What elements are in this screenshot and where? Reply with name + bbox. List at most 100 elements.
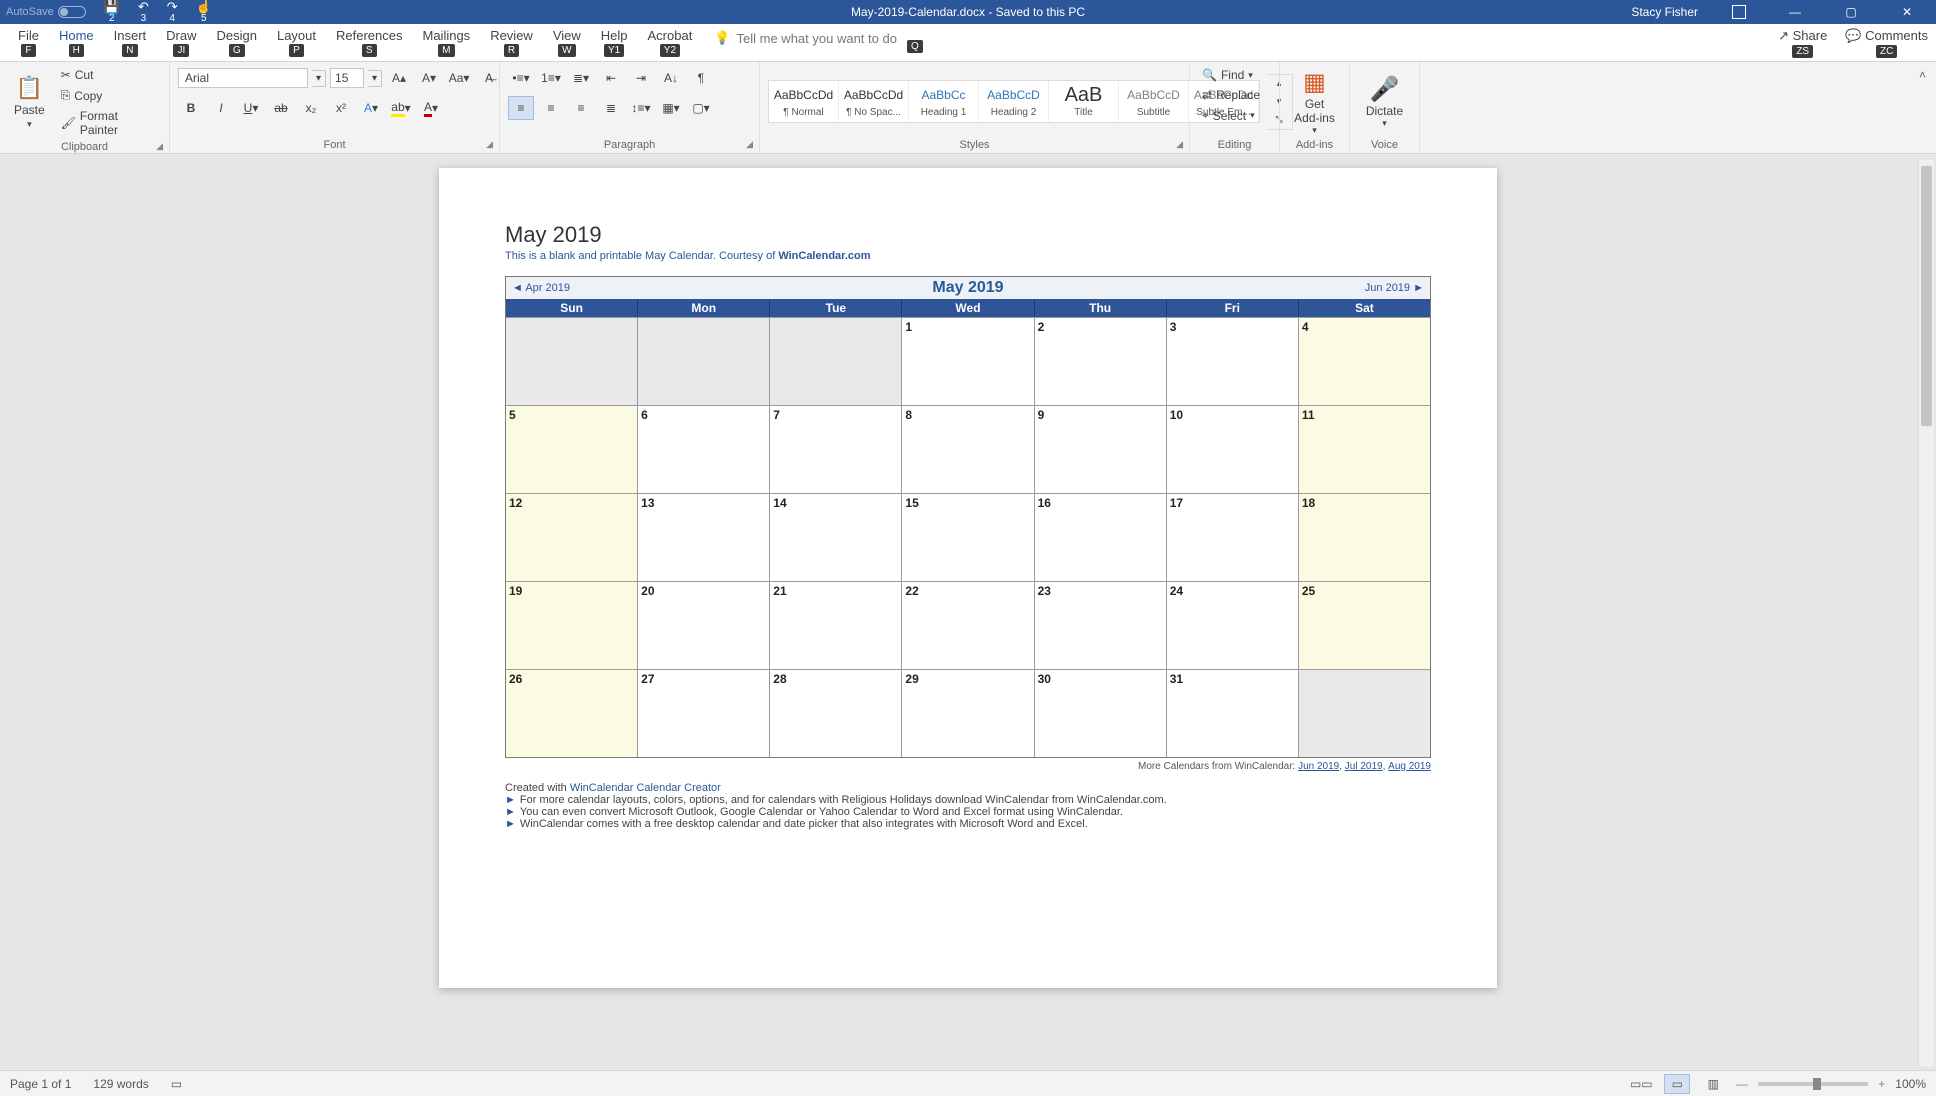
tab-mailings[interactable]: MailingsM — [413, 24, 481, 57]
get-addins-button[interactable]: ▦GetAdd-ins▾ — [1288, 68, 1341, 136]
tab-acrobat[interactable]: AcrobatY2 — [638, 24, 703, 57]
tell-me-search[interactable]: 💡 Tell me what you want to do Q — [714, 24, 922, 46]
highlight-button[interactable]: ab▾ — [388, 96, 414, 120]
align-left-button[interactable]: ≡ — [508, 96, 534, 120]
align-right-button[interactable]: ≡ — [568, 96, 594, 120]
dialog-launcher-icon[interactable]: ◢ — [1176, 139, 1183, 150]
calendar-cell[interactable]: 13 — [638, 493, 770, 581]
calendar-cell[interactable]: 24 — [1167, 581, 1299, 669]
italic-button[interactable]: I — [208, 96, 234, 120]
change-case-button[interactable]: Aa▾ — [446, 66, 472, 90]
copy-button[interactable]: ⎘Copy — [57, 86, 161, 105]
shading-button[interactable]: ▦▾ — [658, 96, 684, 120]
share-button[interactable]: ↗ ShareZS — [1778, 28, 1827, 58]
select-button[interactable]: ⌖Select ▾ — [1198, 106, 1259, 125]
decrease-indent-button[interactable]: ⇤ — [598, 66, 624, 90]
vertical-scrollbar[interactable] — [1918, 160, 1934, 1066]
zoom-slider[interactable] — [1758, 1082, 1868, 1086]
calendar-cell[interactable]: 1 — [902, 317, 1034, 405]
qat-save-button[interactable]: 💾2 — [104, 0, 120, 24]
document-area[interactable]: May 2019 This is a blank and printable M… — [0, 154, 1936, 1070]
calendar-cell[interactable]: 28 — [770, 669, 902, 757]
bullets-button[interactable]: •≡▾ — [508, 66, 534, 90]
read-mode-button[interactable]: ▭▭ — [1628, 1074, 1654, 1094]
web-layout-button[interactable]: ▥ — [1700, 1074, 1726, 1094]
calendar-cell[interactable]: 10 — [1167, 405, 1299, 493]
tab-review[interactable]: ReviewR — [480, 24, 543, 57]
calendar-cell[interactable]: 7 — [770, 405, 902, 493]
spelling-button[interactable]: ▭ — [171, 1077, 182, 1091]
zoom-out-button[interactable]: — — [1736, 1077, 1748, 1091]
calendar-cell[interactable]: 25 — [1299, 581, 1430, 669]
creator-link[interactable]: WinCalendar Calendar Creator — [570, 782, 721, 794]
calendar-cell[interactable]: 9 — [1035, 405, 1167, 493]
calendar-cell[interactable]: 20 — [638, 581, 770, 669]
zoom-level[interactable]: 100% — [1895, 1077, 1926, 1091]
cut-button[interactable]: ✂Cut — [57, 66, 161, 84]
calendar-cell[interactable]: 4 — [1299, 317, 1430, 405]
close-button[interactable]: ✕ — [1884, 0, 1930, 24]
numbering-button[interactable]: 1≡▾ — [538, 66, 564, 90]
qat-redo-button[interactable]: ↷4 — [167, 0, 178, 24]
calendar-cell[interactable]: 21 — [770, 581, 902, 669]
more-link[interactable]: Aug 2019 — [1388, 761, 1431, 772]
tab-references[interactable]: ReferencesS — [326, 24, 412, 57]
calendar-cell[interactable]: 12 — [506, 493, 638, 581]
maximize-button[interactable]: ▢ — [1828, 0, 1874, 24]
calendar-cell[interactable]: 18 — [1299, 493, 1430, 581]
style-heading-1[interactable]: AaBbCcHeading 1 — [909, 81, 979, 122]
print-layout-button[interactable]: ▭ — [1664, 1074, 1690, 1094]
style---normal[interactable]: AaBbCcDd¶ Normal — [769, 81, 839, 122]
zoom-in-button[interactable]: + — [1878, 1077, 1885, 1091]
borders-button[interactable]: ▢▾ — [688, 96, 714, 120]
dictate-button[interactable]: 🎤Dictate▾ — [1358, 75, 1411, 129]
toggle-off-icon[interactable] — [58, 6, 86, 18]
chevron-down-icon[interactable]: ▾ — [312, 70, 326, 87]
dialog-launcher-icon[interactable]: ◢ — [746, 139, 753, 150]
minimize-button[interactable]: — — [1772, 0, 1818, 24]
calendar-cell[interactable]: 8 — [902, 405, 1034, 493]
calendar-cell[interactable] — [638, 317, 770, 405]
calendar-cell[interactable]: 2 — [1035, 317, 1167, 405]
paste-button[interactable]: 📋 Paste ▾ — [8, 75, 51, 130]
calendar-cell[interactable]: 31 — [1167, 669, 1299, 757]
styles-gallery[interactable]: AaBbCcDd¶ NormalAaBbCcDd¶ No Spac...AaBb… — [768, 80, 1260, 123]
multilevel-button[interactable]: ≣▾ — [568, 66, 594, 90]
align-center-button[interactable]: ≡ — [538, 96, 564, 120]
style---no-spac---[interactable]: AaBbCcDd¶ No Spac... — [839, 81, 909, 122]
calendar-cell[interactable]: 14 — [770, 493, 902, 581]
tab-home[interactable]: HomeH — [49, 24, 104, 57]
text-effects-button[interactable]: A▾ — [358, 96, 384, 120]
underline-button[interactable]: U▾ — [238, 96, 264, 120]
tab-insert[interactable]: InsertN — [104, 24, 157, 57]
more-link[interactable]: Jul 2019 — [1345, 761, 1383, 772]
tab-design[interactable]: DesignG — [207, 24, 267, 57]
strikethrough-button[interactable]: ab — [268, 96, 294, 120]
calendar-cell[interactable] — [1299, 669, 1430, 757]
next-month-link[interactable]: Jun 2019 ► — [1365, 282, 1424, 294]
dialog-launcher-icon[interactable]: ◢ — [486, 139, 493, 150]
calendar-cell[interactable]: 30 — [1035, 669, 1167, 757]
calendar-cell[interactable]: 23 — [1035, 581, 1167, 669]
zoom-handle[interactable] — [1813, 1078, 1821, 1090]
superscript-button[interactable]: x² — [328, 96, 354, 120]
chevron-down-icon[interactable]: ▾ — [368, 70, 382, 87]
font-size-combo[interactable]: 15 — [330, 68, 364, 88]
calendar-cell[interactable]: 27 — [638, 669, 770, 757]
shrink-font-button[interactable]: A▾ — [416, 66, 442, 90]
style-heading-2[interactable]: AaBbCcDHeading 2 — [979, 81, 1049, 122]
clear-formatting-button[interactable]: A̶ — [476, 66, 502, 90]
tab-file[interactable]: FileF — [8, 24, 49, 57]
show-marks-button[interactable]: ¶ — [688, 66, 714, 90]
calendar-cell[interactable]: 11 — [1299, 405, 1430, 493]
tab-layout[interactable]: LayoutP — [267, 24, 326, 57]
font-color-button[interactable]: A▾ — [418, 96, 444, 120]
comments-button[interactable]: 💬 CommentsZC — [1845, 28, 1928, 58]
calendar-cell[interactable]: 5 — [506, 405, 638, 493]
more-link[interactable]: Jun 2019 — [1298, 761, 1339, 772]
subscript-button[interactable]: x₂ — [298, 96, 324, 120]
format-painter-button[interactable]: 🖌Format Painter — [57, 107, 161, 139]
calendar-cell[interactable]: 17 — [1167, 493, 1299, 581]
sort-button[interactable]: A↓ — [658, 66, 684, 90]
collapse-ribbon-button[interactable]: ˄ — [1909, 62, 1936, 153]
